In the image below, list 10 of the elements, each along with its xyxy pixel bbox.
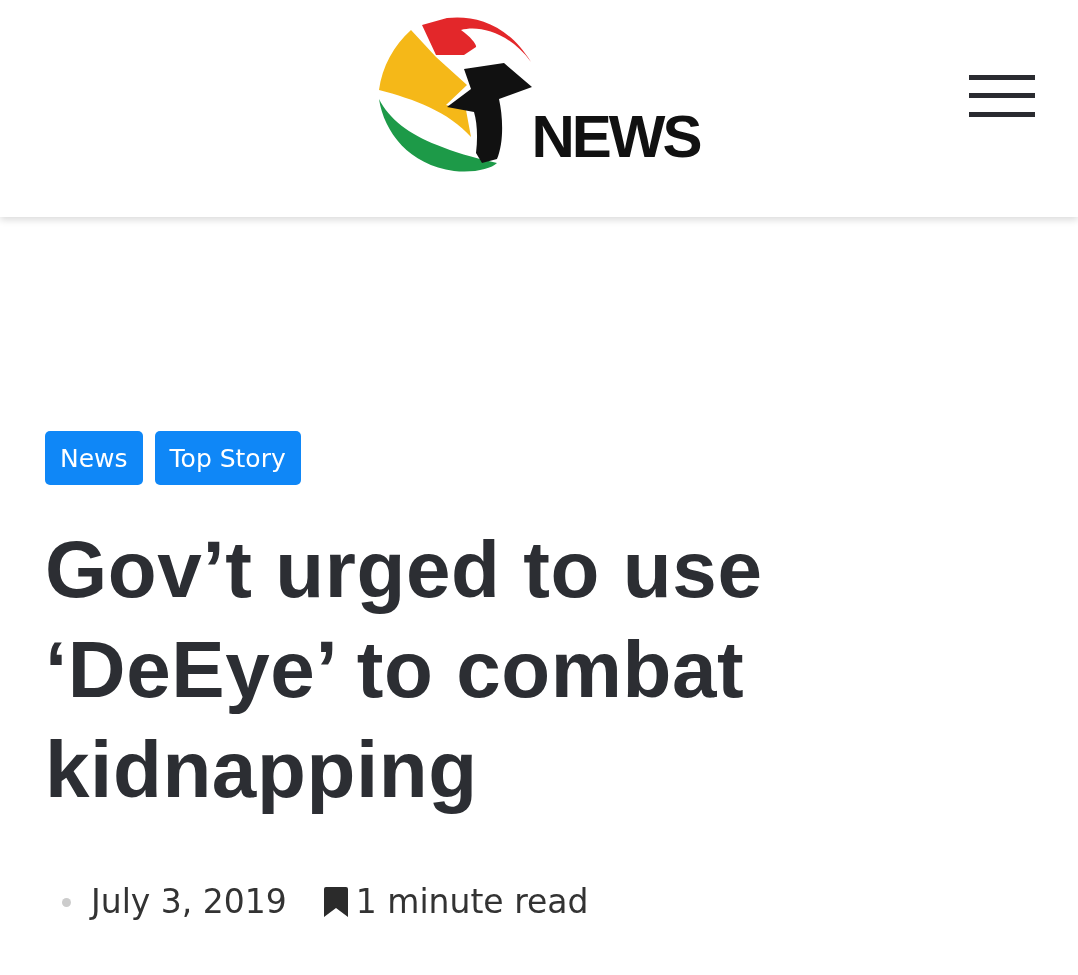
category-tag[interactable]: Top Story [154,431,301,485]
article-headline: Gov’t urged to use ‘DeEye’ to combat kidnapping [45,524,764,816]
menu-icon[interactable] [969,74,1035,118]
publish-date: July 3, 2019 [91,882,287,922]
dot-icon [62,897,71,907]
bookmark-icon [323,887,348,917]
category-tag[interactable]: News [45,431,143,485]
logo-icon[interactable] [378,17,532,172]
read-time: 1 minute read [355,882,589,922]
logo-text[interactable]: NEWS [531,107,700,167]
